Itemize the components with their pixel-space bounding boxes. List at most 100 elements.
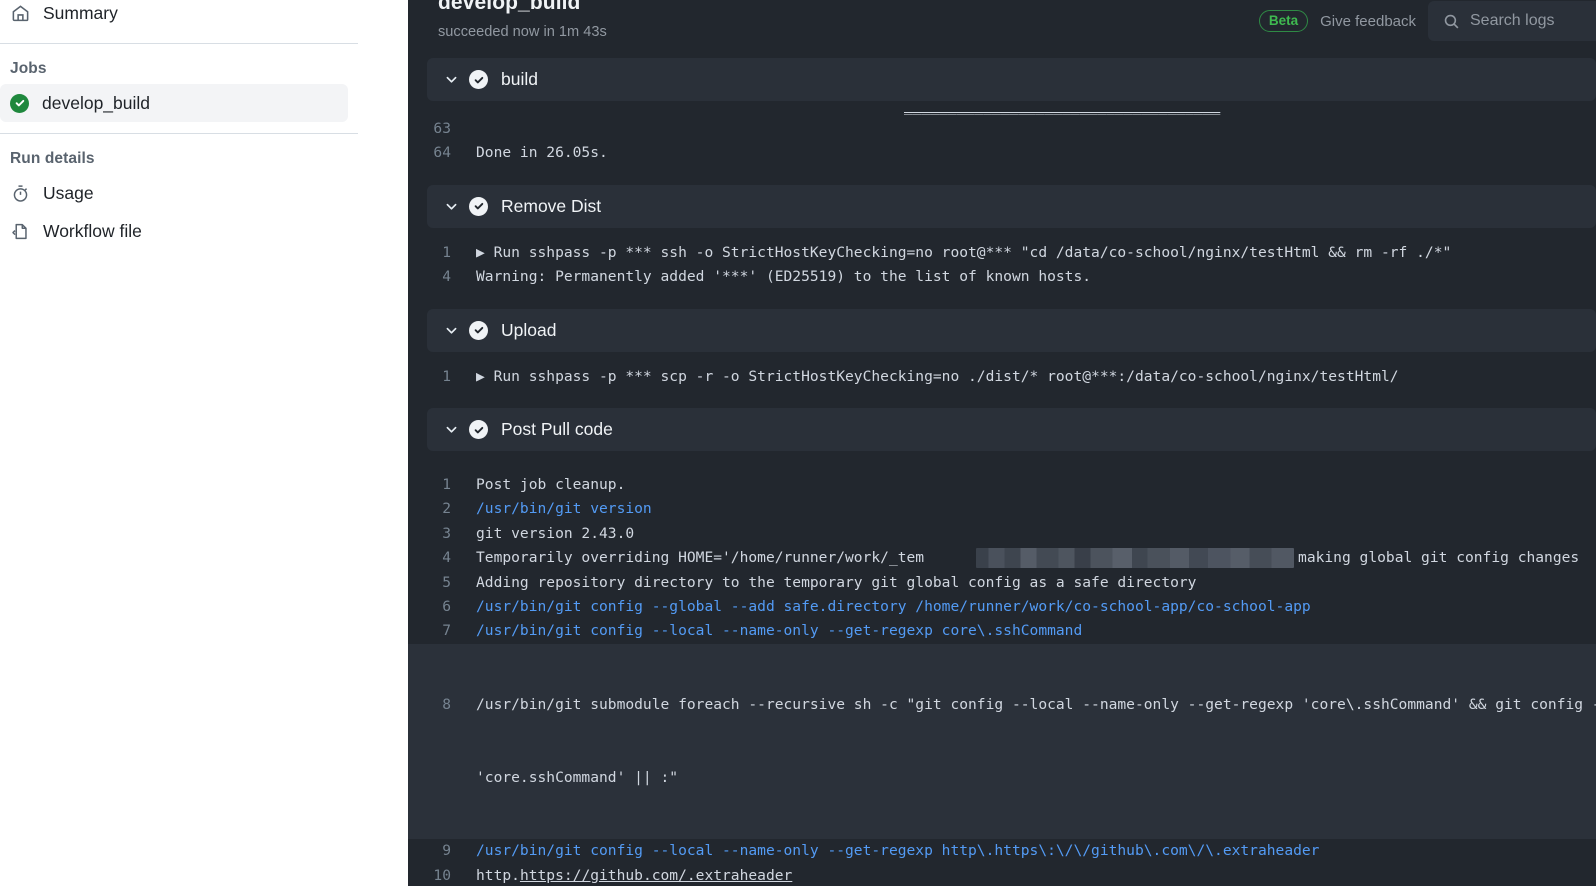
page-title: develop_build xyxy=(438,0,581,14)
log-line-clipped-text: ____________________________________ xyxy=(904,107,1220,117)
sidebar-job-label: develop_build xyxy=(42,92,151,113)
chevron-down-icon xyxy=(436,191,466,221)
log-line-number: 8 xyxy=(442,695,451,713)
log-line-text: git version 2.43.0 xyxy=(476,524,635,542)
log-line-number: 9 xyxy=(442,842,451,860)
sidebar-divider-2 xyxy=(0,133,358,134)
log-panel: develop_build succeeded now in 1m 43s Be… xyxy=(408,0,1596,886)
sidebar-item-label: Summary xyxy=(43,2,118,23)
check-circle-icon xyxy=(10,93,29,113)
log-lines-remove-dist: 1 ▶ Run sshpass -p *** ssh -o StrictHost… xyxy=(408,228,1596,298)
log-line-wrap: 'core.sshCommand' || :" xyxy=(476,768,679,786)
log-line: 1 Post job cleanup. xyxy=(408,473,1596,497)
log-line: 3 git version 2.43.0 xyxy=(408,522,1596,546)
redaction-overlay xyxy=(976,548,1294,569)
log-line-number: 2 xyxy=(442,500,451,518)
log-line: 64 Done in 26.05s. xyxy=(408,141,1596,165)
log-line: 5 Adding repository directory to the tem… xyxy=(408,571,1596,595)
workflow-run-page: Summary Jobs develop_build Run details U… xyxy=(0,0,1596,886)
log-line-link[interactable]: https://github.com/.extraheader xyxy=(520,867,792,884)
log-line-number: 1 xyxy=(442,367,451,385)
sidebar-item-usage[interactable]: Usage xyxy=(0,174,384,212)
log-line: 6 /usr/bin/git config --global --add saf… xyxy=(408,595,1596,619)
log-line-text: Adding repository directory to the tempo… xyxy=(476,573,1197,591)
log-line: 4 Temporarily overriding HOME='/home/run… xyxy=(408,546,1596,570)
search-icon xyxy=(1443,13,1460,30)
log-line-text: Warning: Permanently added '***' (ED2551… xyxy=(476,268,1092,286)
log-line-text: Done in 26.05s. xyxy=(476,144,608,162)
log-line-clipped: ____________________________________ xyxy=(408,107,1596,117)
log-line-text: /usr/bin/git config --global --add safe.… xyxy=(476,598,1311,616)
search-logs-input[interactable]: Search logs xyxy=(1428,1,1596,41)
check-circle-icon xyxy=(469,320,488,340)
log-line-number: 1 xyxy=(442,243,451,261)
log-line-text: ▶ Run sshpass -p *** scp -r -o StrictHos… xyxy=(476,367,1399,385)
check-circle-icon xyxy=(469,70,488,89)
log-line-text: Post job cleanup. xyxy=(476,476,626,494)
log-line-number: 5 xyxy=(442,573,451,591)
log-line: 7 /usr/bin/git config --local --name-onl… xyxy=(408,619,1596,643)
log-section-title: Post Pull code xyxy=(501,419,613,440)
sidebar-divider-1 xyxy=(0,43,358,44)
log-lines-post-pull-code: 1 Post job cleanup. 2 /usr/bin/git versi… xyxy=(408,451,1596,886)
log-line-text: ▶ Run sshpass -p *** ssh -o StrictHostKe… xyxy=(476,243,1452,261)
log-line-number: 6 xyxy=(442,598,451,616)
run-sidebar: Summary Jobs develop_build Run details U… xyxy=(0,0,408,886)
sidebar-item-summary[interactable]: Summary xyxy=(0,0,384,32)
topbar-actions: Beta Give feedback Search logs xyxy=(1258,0,1596,42)
log-line-number: 10 xyxy=(433,866,451,884)
log-line-number: 4 xyxy=(442,549,451,567)
log-section-title: build xyxy=(501,69,538,89)
log-line-number: 1 xyxy=(442,476,451,494)
log-line: 63 xyxy=(408,117,1596,141)
log-line-number: 7 xyxy=(442,622,451,640)
log-section-header-remove-dist[interactable]: Remove Dist xyxy=(427,184,1596,228)
log-line-text: Temporarily overriding HOME='/home/runne… xyxy=(476,546,1596,570)
stopwatch-icon xyxy=(10,183,30,203)
sidebar-item-label: Workflow file xyxy=(43,220,142,241)
log-line-number: 4 xyxy=(442,268,451,286)
log-lines-upload: 1 ▶ Run sshpass -p *** scp -r -o StrictH… xyxy=(408,352,1596,397)
log-topbar: develop_build succeeded now in 1m 43s Be… xyxy=(408,0,1596,58)
log-line-text: /usr/bin/git submodule foreach --recursi… xyxy=(476,695,1596,713)
chevron-down-icon xyxy=(436,415,466,445)
log-line-prefix: http. xyxy=(476,866,520,884)
give-feedback-link[interactable]: Give feedback xyxy=(1320,13,1416,30)
log-line-number: 64 xyxy=(433,144,451,162)
log-line-text: /usr/bin/git config --local --name-only … xyxy=(476,842,1320,860)
log-section-header-post-pull-code[interactable]: Post Pull code xyxy=(427,408,1596,452)
log-line: 1 ▶ Run sshpass -p *** scp -r -o StrictH… xyxy=(408,365,1596,389)
log-line: 2 /usr/bin/git version xyxy=(408,497,1596,521)
sidebar-heading-run-details: Run details xyxy=(10,150,95,167)
chevron-down-icon xyxy=(436,315,466,345)
sidebar-heading-jobs: Jobs xyxy=(10,60,47,77)
log-line: 9 /usr/bin/git config --local --name-onl… xyxy=(408,839,1596,863)
check-circle-icon xyxy=(469,196,488,216)
log-line-text: /usr/bin/git version xyxy=(476,500,652,518)
sidebar-item-workflow-file[interactable]: Workflow file xyxy=(0,212,384,250)
log-line: 4 Warning: Permanently added '***' (ED25… xyxy=(408,265,1596,289)
search-placeholder: Search logs xyxy=(1470,12,1555,29)
beta-badge: Beta xyxy=(1258,9,1309,33)
log-section-title: Upload xyxy=(501,319,557,340)
log-line-number: 63 xyxy=(433,120,451,137)
sidebar-item-label: Usage xyxy=(43,182,94,203)
check-circle-icon xyxy=(469,420,488,440)
log-section-header-upload[interactable]: Upload xyxy=(427,308,1596,352)
file-code-icon xyxy=(10,221,30,241)
log-lines-build: ____________________________________ 63 … xyxy=(408,101,1596,174)
chevron-down-icon xyxy=(436,65,466,95)
log-scroll-region[interactable]: build __________________________________… xyxy=(408,58,1596,886)
log-line: 1 ▶ Run sshpass -p *** ssh -o StrictHost… xyxy=(408,241,1596,265)
log-section-header-build[interactable]: build xyxy=(427,58,1596,101)
log-section-title: Remove Dist xyxy=(501,195,602,216)
home-icon xyxy=(10,3,30,23)
log-line-text: http.https://github.com/.extraheader xyxy=(476,864,1596,886)
log-line-text: /usr/bin/git config --local --name-only … xyxy=(476,622,1083,640)
log-line-head: Temporarily overriding HOME='/home/runne… xyxy=(476,549,925,567)
log-line-number: 3 xyxy=(442,524,451,542)
sidebar-job-develop-build[interactable]: develop_build xyxy=(0,84,348,122)
log-line: 8 /usr/bin/git submodule foreach --recur… xyxy=(408,643,1596,840)
log-line-tail: fore making global git config changes xyxy=(1254,549,1580,567)
run-status-text: succeeded now in 1m 43s xyxy=(438,24,607,40)
